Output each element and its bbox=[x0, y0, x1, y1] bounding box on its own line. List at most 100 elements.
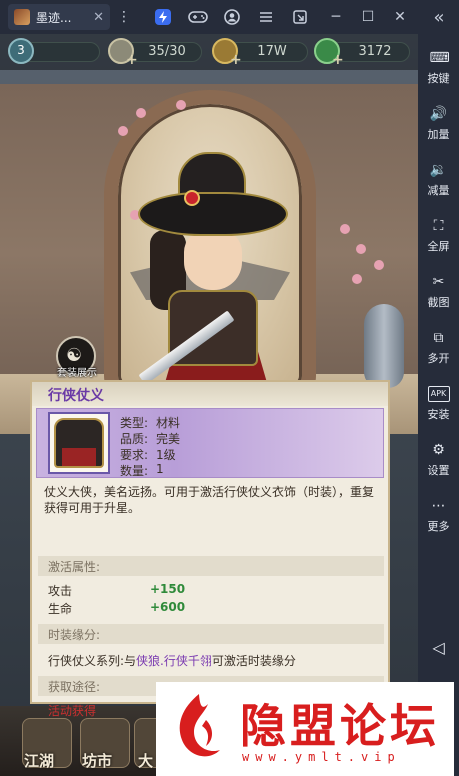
toolbar-label: 按键 bbox=[427, 72, 450, 85]
maximize-button[interactable]: ☐ bbox=[358, 0, 378, 34]
minimize-button[interactable]: ─ bbox=[326, 0, 346, 34]
type-value: 材料 bbox=[156, 416, 181, 430]
toolbar-more[interactable]: ⋯ 更多 bbox=[418, 498, 459, 534]
item-quality-row: 品质: 完美 bbox=[120, 430, 180, 446]
watermark-url: www.ymlt.vip bbox=[242, 750, 401, 764]
stamina-add-icon[interactable]: + bbox=[126, 52, 138, 68]
collapse-sidebar-icon[interactable]: « bbox=[428, 0, 450, 34]
apk-install-icon: APK bbox=[427, 386, 450, 402]
watermark-logo-icon bbox=[179, 694, 220, 757]
fate-section-header: 时装缘分: bbox=[38, 624, 384, 644]
level-value: 3 bbox=[17, 43, 25, 57]
attr-section-header: 激活属性: bbox=[38, 556, 384, 576]
vase bbox=[364, 304, 404, 388]
require-label: 要求: bbox=[120, 448, 149, 462]
item-type-row: 类型: 材料 bbox=[120, 414, 180, 430]
blossom bbox=[356, 244, 366, 254]
blossom bbox=[352, 274, 362, 284]
stat-name: 攻击 bbox=[48, 584, 73, 598]
toolbar-screenshot[interactable]: ✂ 截图 bbox=[418, 274, 459, 310]
tab-title: 墨迹... bbox=[36, 10, 72, 25]
fullscreen-icon: ⛶ bbox=[433, 218, 444, 234]
toolbar-install[interactable]: APK 安装 bbox=[418, 386, 459, 422]
tab-close-icon[interactable]: ✕ bbox=[93, 10, 104, 25]
boost-icon[interactable] bbox=[152, 0, 174, 34]
item-description: 仗义大侠，美名远扬。可用于激活行侠仗义衣饰（时装），重复获得可用于升星。 bbox=[44, 485, 375, 515]
resource-bar: 3 35/30 + 17W + 3172 + bbox=[0, 34, 418, 70]
type-label: 类型: bbox=[120, 416, 149, 430]
jade-value: 3172 bbox=[358, 44, 392, 59]
pin-window-icon[interactable] bbox=[290, 0, 310, 34]
suit-show-label: 套装展示 bbox=[57, 368, 97, 379]
more-icon: ⋯ bbox=[431, 498, 446, 514]
toolbar-label: 加量 bbox=[427, 128, 450, 141]
toolbar-fullscreen[interactable]: ⛶ 全屏 bbox=[418, 218, 459, 254]
fate-prefix: 行侠仗义系列:与 bbox=[48, 654, 137, 668]
toolbar-label: 减量 bbox=[427, 184, 450, 197]
quality-label: 品质: bbox=[120, 432, 149, 446]
character-face bbox=[184, 230, 242, 290]
multi-instance-icon: ⧉ bbox=[433, 330, 444, 346]
coins-value: 17W bbox=[257, 44, 287, 59]
attr-section-title: 激活属性: bbox=[48, 560, 101, 574]
gamepad-icon[interactable] bbox=[186, 0, 210, 34]
blossom bbox=[118, 126, 128, 136]
stat-value: +600 bbox=[150, 600, 186, 614]
fate-names[interactable]: 侠狼.行侠千翎 bbox=[136, 654, 212, 668]
blossom bbox=[176, 100, 186, 110]
require-value: 1级 bbox=[156, 448, 176, 462]
item-count-row: 数量: 1 bbox=[120, 462, 164, 478]
account-icon[interactable] bbox=[222, 0, 242, 34]
count-value: 1 bbox=[156, 462, 164, 476]
toolbar-label: 截图 bbox=[427, 296, 450, 309]
toolbar-label: 安装 bbox=[427, 408, 450, 421]
emulator-window: 墨迹... ✕ ⋮ ─ ☐ ✕ « 3 35/30 + 17W + 3172 +… bbox=[0, 0, 459, 776]
blossom bbox=[136, 108, 146, 118]
back-icon: ◁ bbox=[432, 638, 445, 657]
toolbar-back[interactable]: ◁ bbox=[418, 640, 459, 656]
jade-add-icon[interactable]: + bbox=[332, 52, 344, 68]
watermark-title: 隐盟论坛 bbox=[240, 699, 440, 753]
source-value[interactable]: 活动获得 bbox=[48, 702, 96, 719]
toolbar-label: 多开 bbox=[427, 352, 450, 365]
menu-dots-icon[interactable]: ⋮ bbox=[116, 0, 132, 34]
fate-suffix: 可激活时装缘分 bbox=[211, 654, 296, 668]
close-button[interactable]: ✕ bbox=[390, 0, 410, 34]
toolbar-label: 更多 bbox=[427, 520, 450, 533]
app-tab[interactable]: 墨迹... ✕ bbox=[8, 4, 110, 30]
stamina-value: 35/30 bbox=[148, 44, 186, 59]
toolbar-label: 全屏 bbox=[427, 240, 450, 253]
nav-fangshi-label: 坊市 bbox=[82, 752, 113, 770]
armor-icon-cloth bbox=[62, 448, 96, 466]
source-section-title: 获取途径: bbox=[48, 680, 101, 694]
emulator-toolbar: ⌨ 按键 🔊 加量 🔉 减量 ⛶ 全屏 ✂ 截图 ⧉ 多开 APK 安装 ⚙ 设… bbox=[418, 34, 459, 776]
hamburger-menu-icon[interactable] bbox=[256, 0, 276, 34]
settings-icon: ⚙ bbox=[432, 442, 445, 458]
item-require-row: 要求: 1级 bbox=[120, 446, 176, 462]
character-hat bbox=[138, 192, 288, 236]
nav-third-label: 大 bbox=[138, 752, 154, 770]
stat-name: 生命 bbox=[48, 602, 73, 616]
item-detail-panel: 行侠仗义 类型: 材料 品质: 完美 要求: 1级 数量: 1 仗义大侠，美名远… bbox=[30, 380, 390, 718]
app-icon bbox=[14, 9, 30, 25]
toolbar-volume-up[interactable]: 🔊 加量 bbox=[418, 106, 459, 142]
volume-down-icon: 🔉 bbox=[429, 162, 448, 178]
nav-jianghu-label: 江湖 bbox=[24, 752, 55, 770]
toolbar-settings[interactable]: ⚙ 设置 bbox=[418, 442, 459, 478]
item-name: 行侠仗义 bbox=[48, 388, 104, 404]
fate-section-title: 时装缘分: bbox=[48, 628, 101, 642]
fate-text: 行侠仗义系列:与侠狼.行侠千翎可激活时装缘分 bbox=[48, 652, 296, 669]
count-label: 数量: bbox=[120, 464, 149, 478]
stat-value: +150 bbox=[150, 582, 186, 596]
toolbar-volume-down[interactable]: 🔉 减量 bbox=[418, 162, 459, 198]
quality-value: 完美 bbox=[156, 432, 181, 446]
coins-add-icon[interactable]: + bbox=[230, 52, 242, 68]
volume-up-icon: 🔊 bbox=[429, 106, 448, 122]
toolbar-keymap[interactable]: ⌨ 按键 bbox=[418, 50, 459, 86]
toolbar-label: 设置 bbox=[427, 464, 450, 477]
suit-show-icon: ☯ bbox=[66, 345, 83, 366]
blossom bbox=[374, 260, 384, 270]
toolbar-multi-instance[interactable]: ⧉ 多开 bbox=[418, 330, 459, 366]
game-view[interactable]: 3 35/30 + 17W + 3172 + ☯ 套装展示 江湖 坊市 大 行侠… bbox=[0, 34, 418, 776]
keyboard-icon: ⌨ bbox=[429, 50, 450, 66]
